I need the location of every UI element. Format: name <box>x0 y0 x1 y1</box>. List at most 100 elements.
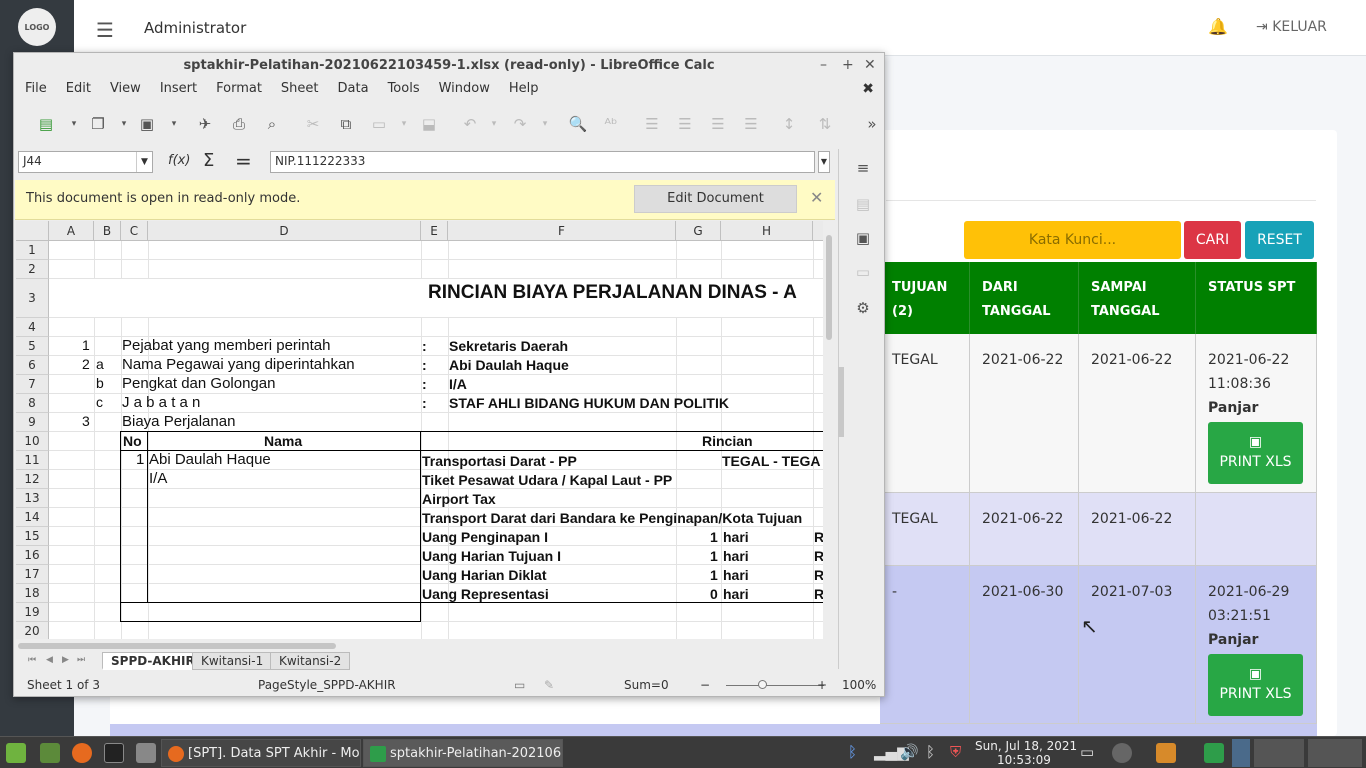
update-icon[interactable] <box>1112 743 1132 763</box>
bluetooth-icon[interactable]: ᛒ <box>848 743 857 761</box>
search-button[interactable]: CARI <box>1184 221 1241 259</box>
menu-insert[interactable]: Insert <box>149 79 205 101</box>
next-sheet-icon[interactable]: ▶ <box>62 655 69 665</box>
row-icon[interactable]: ☰ <box>642 114 662 134</box>
row-header[interactable]: 9 <box>16 413 49 432</box>
menu-window[interactable]: Window <box>428 79 498 101</box>
minimize-icon[interactable]: – <box>820 57 827 73</box>
zoom-slider-knob[interactable] <box>758 680 767 689</box>
column-header-b[interactable]: B <box>94 221 121 241</box>
menu-help[interactable]: Help <box>498 79 547 101</box>
battery-icon[interactable]: ▭ <box>1080 743 1094 761</box>
zoom-level[interactable]: 100% <box>842 678 876 692</box>
firefox-icon[interactable] <box>72 743 92 763</box>
horizontal-scrollbar[interactable] <box>18 641 824 651</box>
row-header[interactable]: 17 <box>16 565 49 584</box>
formula-icon[interactable]: = <box>235 149 252 173</box>
menu-view[interactable]: View <box>99 79 149 101</box>
menu-edit[interactable]: Edit <box>55 79 99 101</box>
row-header[interactable]: 6 <box>16 356 49 375</box>
menu-tools[interactable]: Tools <box>377 79 428 101</box>
chevron-down-icon[interactable]: ▾ <box>394 114 414 134</box>
page-style[interactable]: PageStyle_SPPD-AKHIR <box>258 678 396 692</box>
reset-button[interactable]: RESET <box>1245 221 1314 259</box>
open-icon[interactable]: ❐ <box>88 114 108 134</box>
row-header[interactable]: 8 <box>16 394 49 413</box>
column-header-f[interactable]: F <box>448 221 676 241</box>
sidebar-menu-icon[interactable]: ≡ <box>853 159 873 179</box>
properties-icon[interactable]: ▤ <box>853 195 873 215</box>
sum-icon[interactable]: Σ <box>203 150 214 171</box>
terminal-icon[interactable] <box>104 743 124 763</box>
files-icon[interactable] <box>136 743 156 763</box>
row-header[interactable]: 10 <box>16 432 49 451</box>
delete-column-icon[interactable]: ☰ <box>741 114 761 134</box>
edit-document-button[interactable]: Edit Document <box>634 185 797 213</box>
row-header[interactable]: 5 <box>16 337 49 356</box>
row-header[interactable]: 18 <box>16 584 49 603</box>
workspace-1[interactable] <box>1232 739 1250 767</box>
bluetooth-tray-icon[interactable]: ᛒ <box>926 743 935 761</box>
formula-input[interactable]: NIP.111222333 <box>270 151 815 173</box>
paste-icon[interactable]: ▭ <box>369 114 389 134</box>
row-header[interactable]: 16 <box>16 546 49 565</box>
selection-mode-icon[interactable]: ▭ <box>514 678 525 692</box>
new-spreadsheet-icon[interactable]: ▤ <box>36 114 56 134</box>
row-header[interactable]: 12 <box>16 470 49 489</box>
taskbar-firefox-window[interactable]: [SPT]. Data SPT Akhir - Mozil... <box>161 739 361 767</box>
redo-icon[interactable]: ↷ <box>510 114 530 134</box>
close-icon[interactable]: ✕ <box>810 188 823 207</box>
mint-menu-icon[interactable] <box>6 743 26 763</box>
column-icon[interactable]: ☰ <box>675 114 695 134</box>
spelling-icon[interactable]: ᴬᵇ <box>601 114 621 134</box>
chevron-down-icon[interactable]: ▾ <box>64 114 84 134</box>
clock[interactable]: Sun, Jul 18, 2021 10:53:09 <box>975 739 1077 767</box>
row-header[interactable]: 15 <box>16 527 49 546</box>
show-desktop-icon[interactable] <box>40 743 60 763</box>
maximize-icon[interactable]: + <box>842 57 854 73</box>
chevron-down-icon[interactable]: ▾ <box>114 114 134 134</box>
logout-button[interactable]: ⇥ KELUAR <box>1256 19 1327 35</box>
scroll-thumb[interactable] <box>18 643 336 649</box>
chevron-down-icon[interactable]: ▾ <box>164 114 184 134</box>
more-tools-icon[interactable]: » <box>862 114 882 134</box>
expand-formula-icon[interactable]: ▼ <box>818 151 830 173</box>
clone-formatting-icon[interactable]: ⬓ <box>419 114 439 134</box>
workspace-2[interactable] <box>1254 739 1304 767</box>
row-header[interactable]: 19 <box>16 603 49 622</box>
column-header-a[interactable]: A <box>49 221 94 241</box>
row-header[interactable]: 1 <box>16 241 49 260</box>
sort-ascending-icon[interactable]: ↕ <box>779 114 799 134</box>
scroll-thumb[interactable] <box>826 235 832 340</box>
zoom-in-icon[interactable]: + <box>817 678 827 692</box>
tab-kwitansi-1[interactable]: Kwitansi-1 <box>192 652 273 670</box>
security-icon[interactable]: ⛨ <box>950 743 961 761</box>
zoom-slider[interactable] <box>726 685 824 686</box>
row-header[interactable]: 2 <box>16 260 49 279</box>
menu-sheet[interactable]: Sheet <box>270 79 327 101</box>
volume-icon[interactable]: 🔊 <box>900 743 919 761</box>
menu-format[interactable]: Format <box>205 79 270 101</box>
gallery-icon[interactable]: ▭ <box>853 263 873 283</box>
print-preview-icon[interactable]: ⌕ <box>262 114 282 134</box>
cut-icon[interactable]: ✂ <box>303 114 323 134</box>
save-icon[interactable]: ▣ <box>137 114 157 134</box>
calc-launcher-icon[interactable] <box>1204 743 1224 763</box>
column-header-d[interactable]: D <box>148 221 421 241</box>
column-header-e[interactable]: E <box>421 221 448 241</box>
chevron-down-icon[interactable]: ▼ <box>136 152 152 172</box>
tab-kwitansi-2[interactable]: Kwitansi-2 <box>270 652 351 670</box>
row-header[interactable]: 14 <box>16 508 49 527</box>
settings-icon[interactable] <box>1156 743 1176 763</box>
sort-descending-icon[interactable]: ⇅ <box>815 114 835 134</box>
find-replace-icon[interactable]: 🔍 <box>568 114 588 134</box>
vertical-scrollbar[interactable] <box>824 227 834 645</box>
hamburger-icon[interactable]: ☰ <box>96 18 114 42</box>
spreadsheet-grid[interactable]: A B C D E F G H 1 2 3 4 5 6 7 8 9 10 11 … <box>16 221 823 639</box>
menu-data[interactable]: Data <box>327 79 377 101</box>
copy-icon[interactable]: ⧉ <box>336 114 356 134</box>
last-sheet-icon[interactable]: ⏭ <box>77 655 85 665</box>
zoom-out-icon[interactable]: − <box>700 678 710 692</box>
name-box[interactable]: J44 <box>18 151 153 173</box>
row-header[interactable]: 20 <box>16 622 49 639</box>
